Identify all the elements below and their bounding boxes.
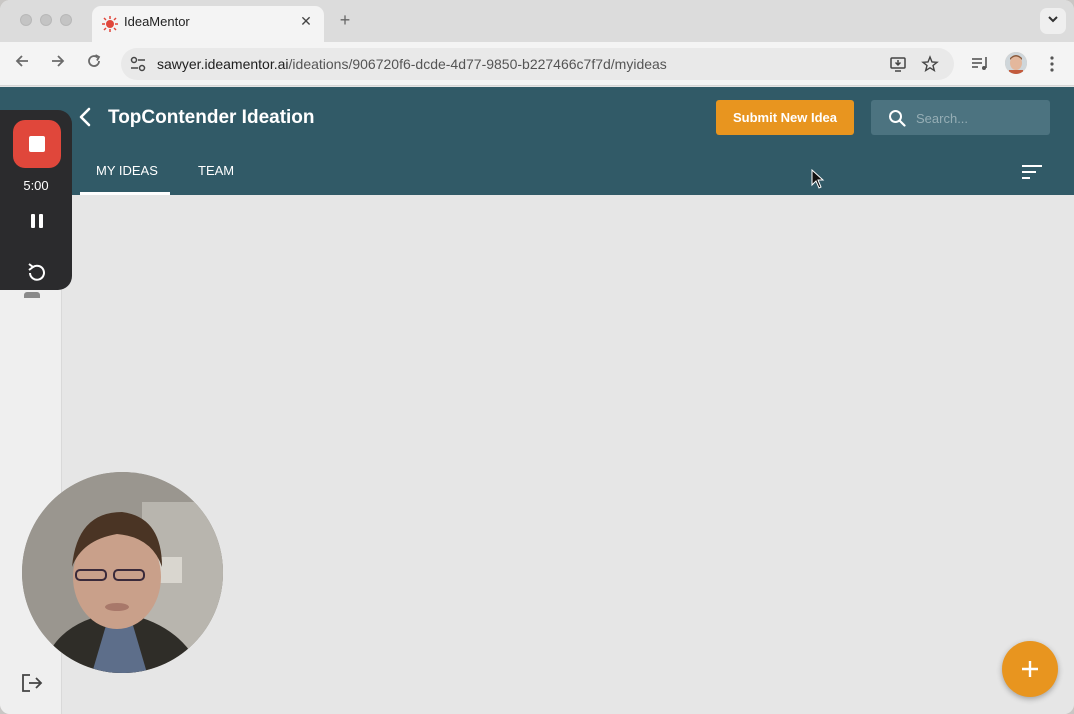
- forward-button[interactable]: [46, 52, 70, 76]
- media-controls-icon[interactable]: [969, 53, 991, 75]
- ideas-content-area: [62, 195, 1074, 714]
- browser-toolbar: sawyer.ideamentor.ai/ideations/906720f6-…: [0, 42, 1074, 86]
- stop-icon: [29, 136, 45, 152]
- arrow-left-icon: [15, 55, 28, 67]
- url-host: sawyer.ideamentor.ai: [157, 56, 289, 72]
- back-button[interactable]: [10, 52, 34, 76]
- search-box: [871, 100, 1050, 135]
- site-settings-icon[interactable]: [129, 55, 147, 73]
- chevron-down-icon: [1048, 16, 1058, 23]
- browser-tab[interactable]: IdeaMentor ✕: [92, 6, 324, 42]
- webcam-bubble[interactable]: [22, 472, 223, 673]
- tab-close-icon[interactable]: ✕: [298, 13, 314, 29]
- bookmark-star-icon[interactable]: [921, 55, 939, 73]
- restart-icon[interactable]: [24, 260, 50, 286]
- search-input[interactable]: [916, 107, 1044, 129]
- recorder-drag-handle[interactable]: [24, 292, 40, 298]
- stop-recording-button[interactable]: [13, 120, 61, 168]
- url-path: /ideations/906720f6-dcde-4d77-9850-b2274…: [288, 56, 667, 72]
- minimize-window-button[interactable]: [40, 14, 52, 26]
- profile-avatar[interactable]: [1005, 52, 1027, 74]
- logout-icon[interactable]: [20, 672, 44, 694]
- more-options-icon[interactable]: [1041, 53, 1063, 75]
- browser-window: IdeaMentor ✕ + sawyer.ideamentor.ai/idea…: [0, 0, 1074, 714]
- webcam-person-image: [22, 472, 223, 673]
- page-title: TopContender Ideation: [108, 107, 315, 128]
- add-idea-fab[interactable]: [1002, 641, 1058, 697]
- url-text: sawyer.ideamentor.ai/ideations/906720f6-…: [157, 56, 667, 72]
- reload-icon: [88, 54, 101, 67]
- tab-my-ideas[interactable]: MY IDEAS: [96, 163, 158, 178]
- recording-timer: 5:00: [23, 178, 49, 193]
- tab-search-button[interactable]: [1040, 8, 1066, 34]
- submit-new-idea-button[interactable]: Submit New Idea: [716, 100, 854, 135]
- reload-button[interactable]: [82, 52, 106, 76]
- new-tab-button[interactable]: +: [336, 10, 354, 30]
- tab-strip: IdeaMentor ✕ +: [0, 0, 1074, 42]
- app-header: TopContender Ideation Submit New Idea MY…: [0, 87, 1074, 195]
- tab-team[interactable]: TEAM: [198, 163, 234, 178]
- close-window-button[interactable]: [20, 14, 32, 26]
- maximize-window-button[interactable]: [60, 14, 72, 26]
- tab-title: IdeaMentor: [124, 14, 190, 29]
- plus-icon: [1022, 661, 1038, 677]
- address-bar[interactable]: sawyer.ideamentor.ai/ideations/906720f6-…: [121, 48, 954, 80]
- search-icon: [889, 110, 906, 127]
- ideamentor-favicon-icon: [102, 16, 118, 32]
- profile-face-icon: [1005, 52, 1027, 74]
- mouse-cursor-icon: [811, 169, 825, 189]
- back-arrow-icon[interactable]: [74, 105, 96, 129]
- install-app-icon[interactable]: [889, 55, 907, 73]
- arrow-right-icon: [52, 55, 65, 67]
- sort-filter-icon[interactable]: [1021, 163, 1043, 181]
- screen-recorder-panel: 5:00: [0, 110, 72, 290]
- pause-icon[interactable]: [26, 210, 48, 232]
